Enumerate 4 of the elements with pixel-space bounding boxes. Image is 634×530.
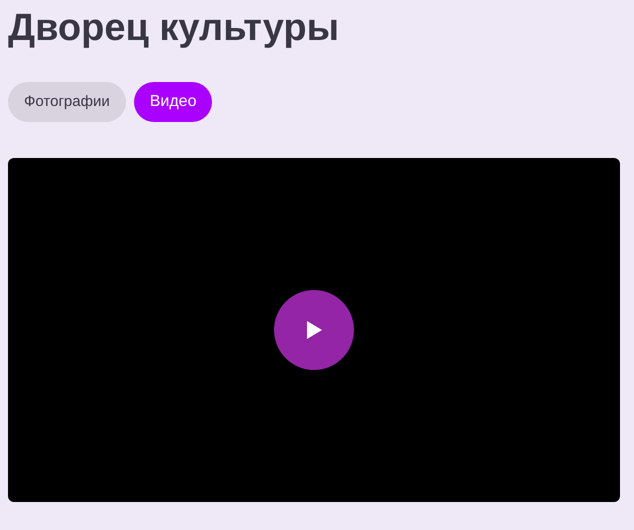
tab[interactable]: Видео: [134, 82, 212, 122]
tab[interactable]: Фотографии: [8, 82, 126, 122]
page-title: Дворец культуры: [8, 6, 340, 51]
play-icon: [306, 321, 322, 339]
